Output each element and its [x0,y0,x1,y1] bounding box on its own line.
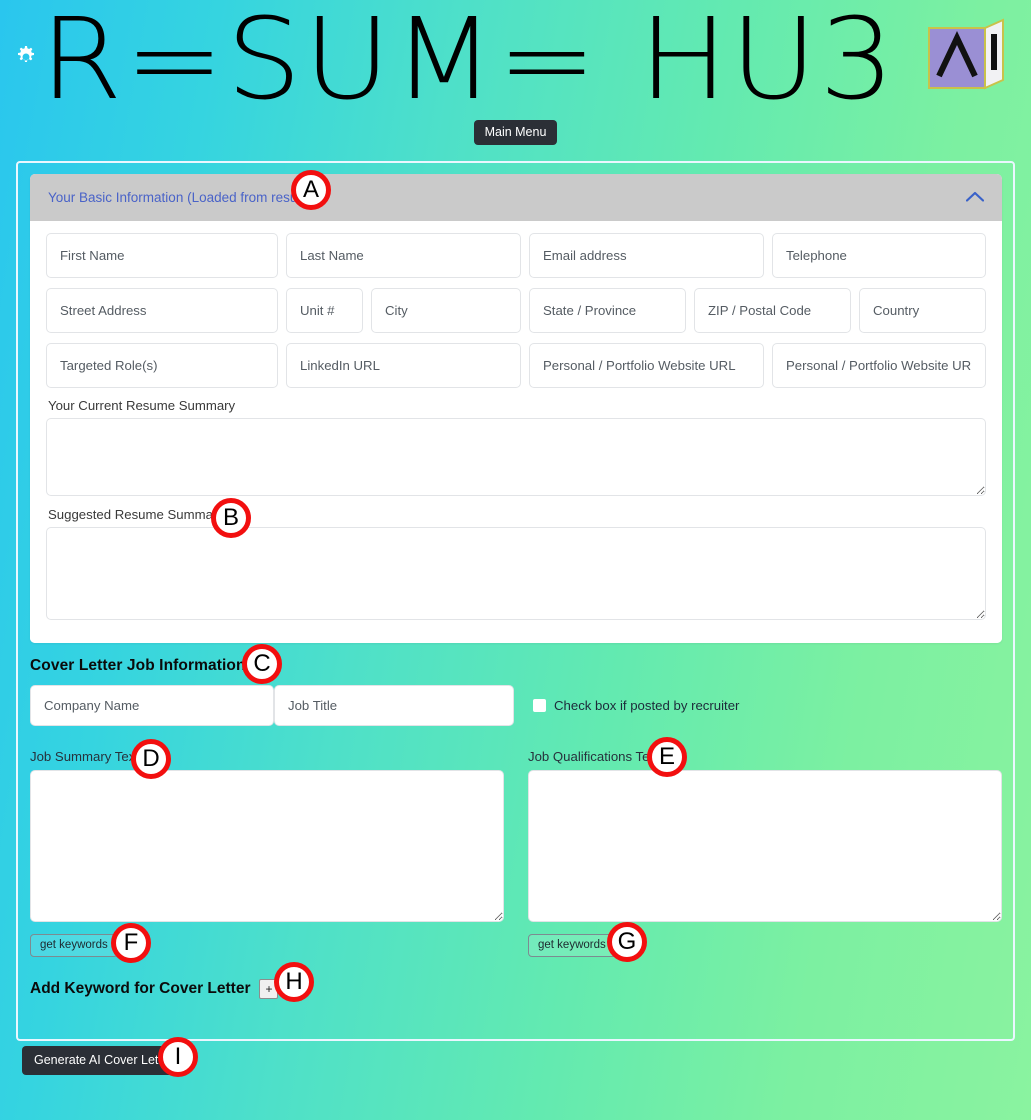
job-qualifications-label: Job Qualifications Text [528,749,660,764]
get-keywords-qualifications-button[interactable]: get keywords [528,934,616,957]
recruiter-checkbox-label: Check box if posted by recruiter [554,698,740,713]
add-keyword-button[interactable]: + [259,979,279,999]
job-qualifications-column: Job Qualifications Text get keywords [528,749,1002,957]
cover-letter-section-title: Cover Letter Job Information [30,657,246,674]
cover-letter-job-row: Check box if posted by recruiter [30,685,1002,726]
portfolio-url-2-input[interactable] [772,343,986,388]
company-name-input[interactable] [30,685,274,726]
recruiter-checkbox-group: Check box if posted by recruiter [533,698,739,713]
chevron-up-icon[interactable] [965,189,985,207]
state-province-input[interactable] [529,288,686,333]
suggested-resume-summary-textarea[interactable] [46,527,986,620]
basic-information-panel: Your Basic Information (Loaded from resu… [30,174,1002,643]
email-address-input[interactable] [529,233,764,278]
unit-number-input[interactable] [286,288,363,333]
page-header: R=SUM= HU3 [0,0,1031,120]
basic-information-header[interactable]: Your Basic Information (Loaded from resu… [30,174,1002,221]
basic-information-body: Your Current Resume Summary Suggested Re… [30,221,1002,643]
portfolio-url-1-input[interactable] [529,343,764,388]
basic-information-title: Your Basic Information (Loaded from resu… [48,190,321,205]
recruiter-checkbox[interactable] [533,699,546,712]
ai-logo-icon [925,18,1009,98]
suggested-resume-summary-label: Suggested Resume Summary [48,507,224,522]
basic-info-row-1 [46,233,986,278]
first-name-input[interactable] [46,233,278,278]
current-resume-summary-textarea[interactable] [46,418,986,496]
zip-postal-code-input[interactable] [694,288,851,333]
job-qualifications-textarea[interactable] [528,770,1002,922]
city-input[interactable] [371,288,521,333]
generate-ai-cover-letter-button[interactable]: Generate AI Cover Letter [22,1046,185,1075]
linkedin-url-input[interactable] [286,343,521,388]
country-input[interactable] [859,288,986,333]
form-container: Your Basic Information (Loaded from resu… [16,161,1015,1041]
targeted-roles-input[interactable] [46,343,278,388]
get-keywords-summary-button[interactable]: get keywords [30,934,118,957]
add-keyword-row: Add Keyword for Cover Letter + [30,979,1002,999]
logo-wordmark: R=SUM= HU3 [40,0,897,125]
job-summary-textarea[interactable] [30,770,504,922]
add-keyword-label: Add Keyword for Cover Letter [30,980,251,997]
job-title-input[interactable] [274,685,514,726]
job-summary-column: Job Summary Text get keywords [30,749,504,957]
telephone-input[interactable] [772,233,986,278]
last-name-input[interactable] [286,233,521,278]
basic-info-row-2 [46,288,986,333]
current-resume-summary-label: Your Current Resume Summary [48,398,236,413]
job-summary-label: Job Summary Text [30,749,139,764]
cover-letter-section: Cover Letter Job Information Check box i… [30,657,1002,999]
job-text-columns: Job Summary Text get keywords Job Qualif… [30,749,1002,957]
street-address-input[interactable] [46,288,278,333]
gear-icon[interactable] [14,45,38,69]
basic-info-row-3 [46,343,986,388]
